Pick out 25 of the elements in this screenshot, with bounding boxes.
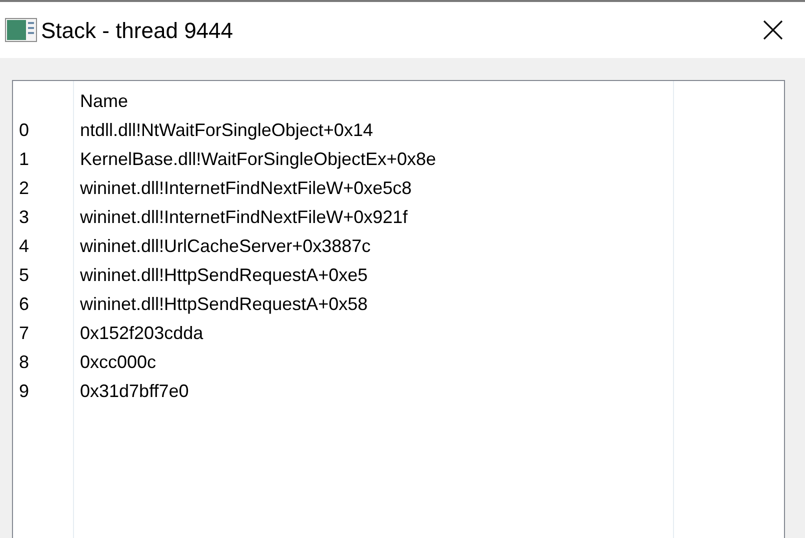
frame-name: wininet.dll!InternetFindNextFileW+0xe5c8 xyxy=(79,177,413,200)
frame-index: 2 xyxy=(18,177,30,200)
frame-name: KernelBase.dll!WaitForSingleObjectEx+0x8e xyxy=(79,148,438,171)
frame-name: 0x31d7bff7e0 xyxy=(79,380,190,403)
close-button[interactable] xyxy=(761,18,785,42)
frame-index: 6 xyxy=(18,293,30,316)
column-header[interactable]: Name xyxy=(74,87,673,116)
frame-index: 1 xyxy=(18,148,30,171)
frame-name: 0xcc000c xyxy=(79,351,158,374)
frame-index: 4 xyxy=(18,235,30,258)
frame-index: 9 xyxy=(18,380,30,403)
frame-name: wininet.dll!HttpSendRequestA+0x58 xyxy=(79,293,369,316)
frame-index: 8 xyxy=(18,351,30,374)
frame-name: wininet.dll!UrlCacheServer+0x3887c xyxy=(79,235,372,258)
frame-name: ntdll.dll!NtWaitForSingleObject+0x14 xyxy=(79,119,374,142)
frame-index: 5 xyxy=(18,264,30,287)
close-icon xyxy=(763,20,783,40)
frame-index: 3 xyxy=(18,206,30,229)
frame-name: wininet.dll!HttpSendRequestA+0xe5 xyxy=(79,264,369,287)
frame-index: 0 xyxy=(18,119,30,142)
window-app-icon xyxy=(5,18,37,42)
frame-index: 7 xyxy=(18,322,30,345)
frame-name: wininet.dll!InternetFindNextFileW+0x921f xyxy=(79,206,409,229)
frame-name: 0x152f203cdda xyxy=(79,322,204,345)
window-title: Stack - thread 9444 xyxy=(41,16,234,44)
